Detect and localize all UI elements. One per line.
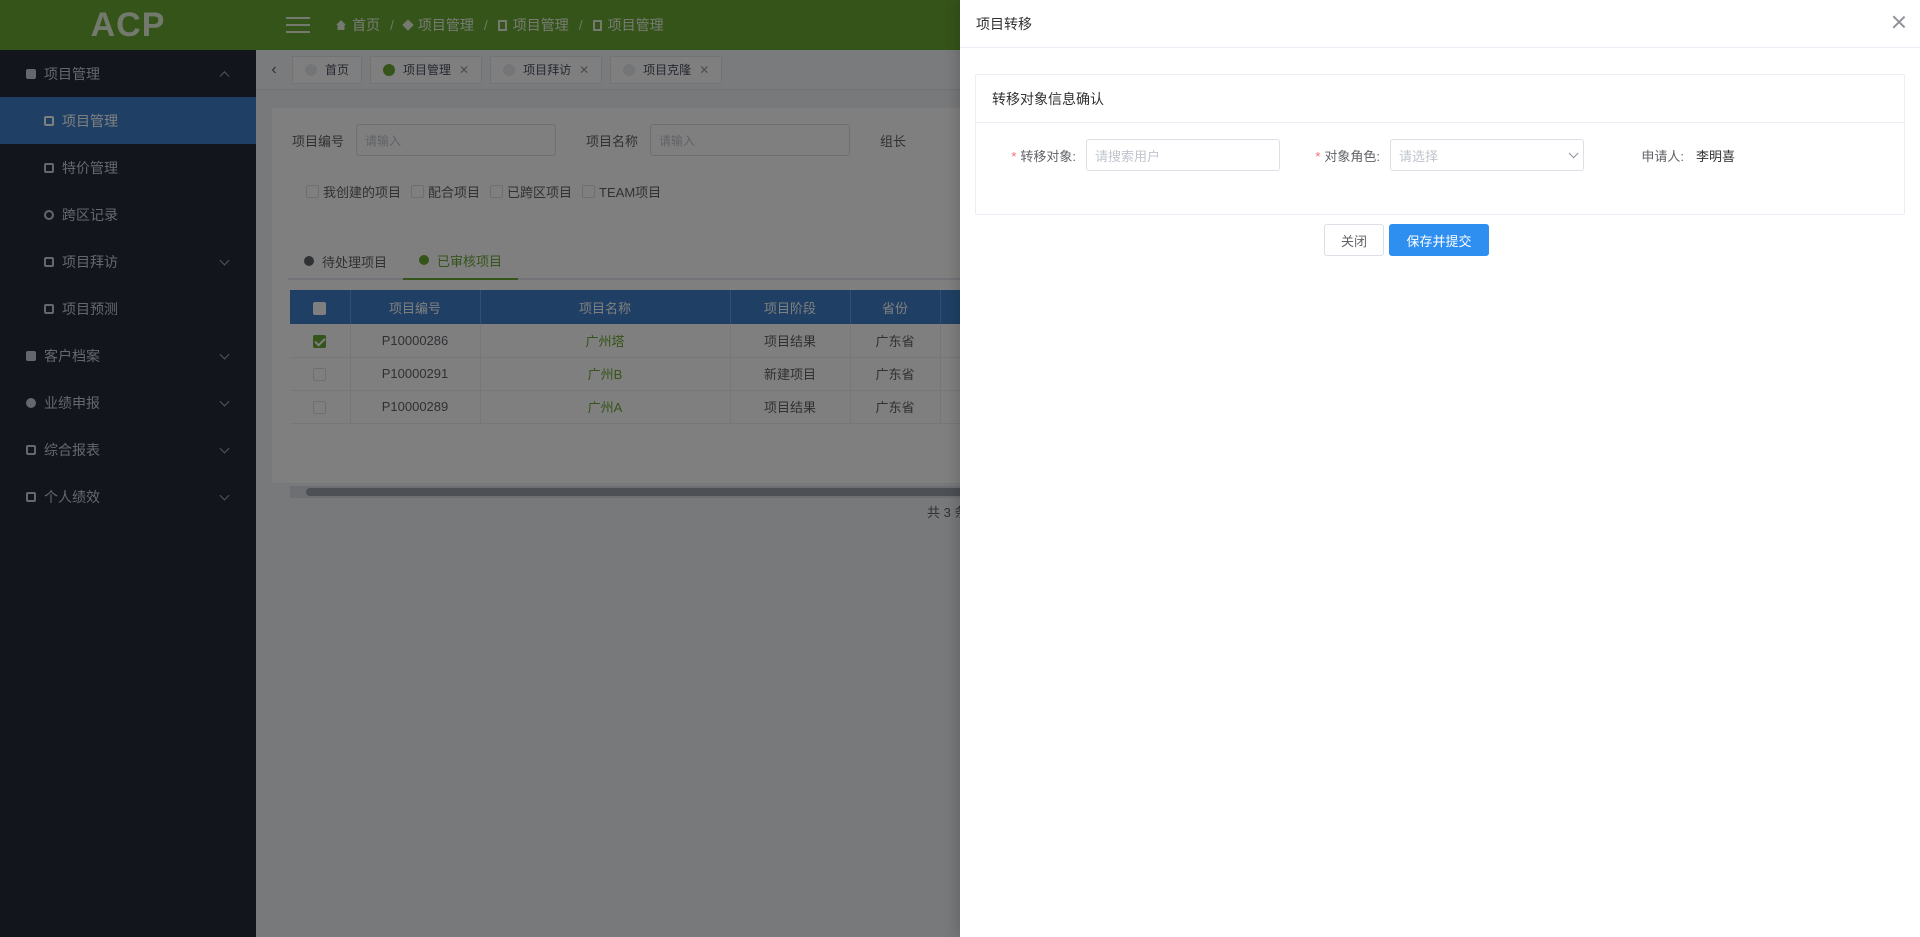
transfer-info-card: 转移对象信息确认 * 转移对象: 请搜索用户 * 对象角色: 请选择 申请人: 李明… <box>975 74 1905 215</box>
drawer-header: 项目转移 <box>960 0 1920 48</box>
transfer-drawer: 项目转移 转移对象信息确认 * 转移对象: 请搜索用户 * 对象角色: 请选择 申请… <box>960 0 1920 937</box>
transfer-form-row: * 转移对象: 请搜索用户 * 对象角色: 请选择 申请人: 李明喜 <box>976 139 1735 171</box>
save-submit-button[interactable]: 保存并提交 <box>1389 224 1489 256</box>
applicant-value: 李明喜 <box>1696 148 1736 164</box>
chevron-down-icon <box>1568 147 1579 158</box>
close-icon[interactable] <box>1892 15 1906 29</box>
transfer-target-input[interactable]: 请搜索用户 <box>1086 139 1280 171</box>
role-select[interactable]: 请选择 <box>1390 139 1584 171</box>
close-button[interactable]: 关闭 <box>1324 224 1384 256</box>
modal-overlay[interactable] <box>0 0 960 937</box>
drawer-title: 项目转移 <box>976 15 1032 32</box>
card-title: 转移对象信息确认 <box>976 75 1904 123</box>
